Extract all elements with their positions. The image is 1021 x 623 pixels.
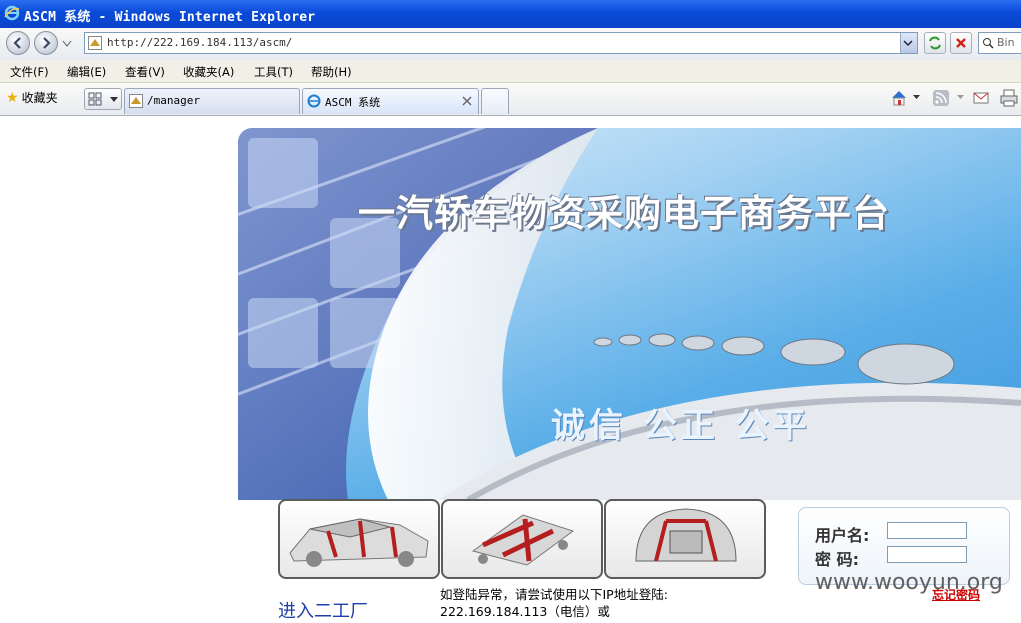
username-label: 用户名: [815, 526, 870, 545]
banner-image: 一汽轿车物资采购电子商务平台 诚信 公正 公平 [238, 128, 1021, 500]
refresh-icon [929, 36, 941, 50]
back-arrow-icon [13, 37, 21, 49]
menu-file[interactable]: 文件(F) [10, 64, 49, 80]
chevron-down-icon [903, 40, 913, 47]
close-icon [956, 38, 966, 48]
history-dropdown-icon[interactable] [62, 40, 72, 48]
page-favicon-icon [88, 36, 102, 50]
stop-button[interactable] [950, 32, 972, 54]
search-icon [983, 38, 994, 49]
tab-label: ASCM 系统 [325, 96, 381, 109]
login-notice-line2: 222.169.184.113（电信）或 [440, 604, 610, 619]
new-tab-button[interactable] [481, 88, 509, 114]
menu-view[interactable]: 查看(V) [125, 64, 165, 80]
menu-bar: 文件(F) 编辑(E) 查看(V) 收藏夹(A) 工具(T) 帮助(H) [0, 60, 1021, 83]
ie-logo-icon [4, 5, 20, 21]
favorites-button[interactable]: ★ 收藏夹 [6, 89, 58, 106]
password-input[interactable] [887, 546, 967, 563]
tab-close-icon[interactable] [462, 96, 472, 106]
forward-arrow-icon [43, 37, 51, 49]
menu-help[interactable]: 帮助(H) [311, 64, 352, 80]
menu-favorites[interactable]: 收藏夹(A) [183, 64, 234, 80]
page-favicon-icon [129, 94, 143, 108]
rear-frame-thumbnail [604, 499, 766, 579]
car-rear-frame-image [635, 508, 737, 562]
username-input[interactable] [887, 522, 967, 539]
address-dropdown-button[interactable] [900, 33, 917, 53]
home-icon[interactable] [890, 89, 908, 107]
password-label: 密 码: [815, 550, 859, 569]
tab-label: /manager [147, 94, 200, 107]
address-toolbar: http://222.169.184.113/ascm/ Bin [0, 28, 1021, 61]
window-title: ASCM 系统 - Windows Internet Explorer [24, 10, 316, 25]
window-titlebar: ASCM 系统 - Windows Internet Explorer [0, 0, 1021, 28]
body-frame-thumbnail [278, 499, 440, 579]
banner-slogan: 诚信 公正 公平 [551, 406, 811, 446]
menu-edit[interactable]: 编辑(E) [67, 64, 106, 80]
address-url: http://222.169.184.113/ascm/ [107, 36, 293, 49]
quick-tabs-button[interactable] [84, 88, 122, 110]
enter-factory-link[interactable]: 进入二工厂 [278, 597, 368, 623]
rss-feed-icon[interactable] [933, 90, 949, 106]
address-field[interactable]: http://222.169.184.113/ascm/ [84, 32, 918, 54]
car-body-frame-image [289, 518, 429, 567]
star-icon: ★ [6, 90, 19, 106]
chevron-down-icon[interactable] [957, 95, 964, 100]
chevron-down-icon[interactable] [913, 95, 920, 100]
chassis-thumbnail [441, 499, 603, 579]
ie-page-icon [307, 94, 321, 108]
back-button[interactable] [6, 31, 30, 55]
forgot-password-link[interactable]: 忘记密码 [932, 586, 980, 603]
favorites-label: 收藏夹 [21, 91, 58, 105]
chevron-down-icon [110, 97, 118, 102]
menu-tools[interactable]: 工具(T) [254, 64, 293, 80]
car-chassis-image [471, 514, 575, 566]
tab-manager[interactable]: /manager [124, 88, 300, 114]
forward-button[interactable] [34, 31, 58, 55]
quick-tabs-icon [88, 92, 102, 106]
banner-title: 一汽轿车物资采购电子商务平台 [358, 192, 890, 235]
search-placeholder: Bin [997, 36, 1015, 49]
tab-bar: ★ 收藏夹 /manager ASCM 系统 [0, 83, 1021, 116]
print-icon[interactable] [1000, 89, 1018, 107]
mail-icon[interactable] [973, 91, 989, 105]
search-input[interactable]: Bin [978, 32, 1021, 54]
tab-ascm[interactable]: ASCM 系统 [302, 88, 479, 114]
refresh-button[interactable] [924, 32, 946, 54]
